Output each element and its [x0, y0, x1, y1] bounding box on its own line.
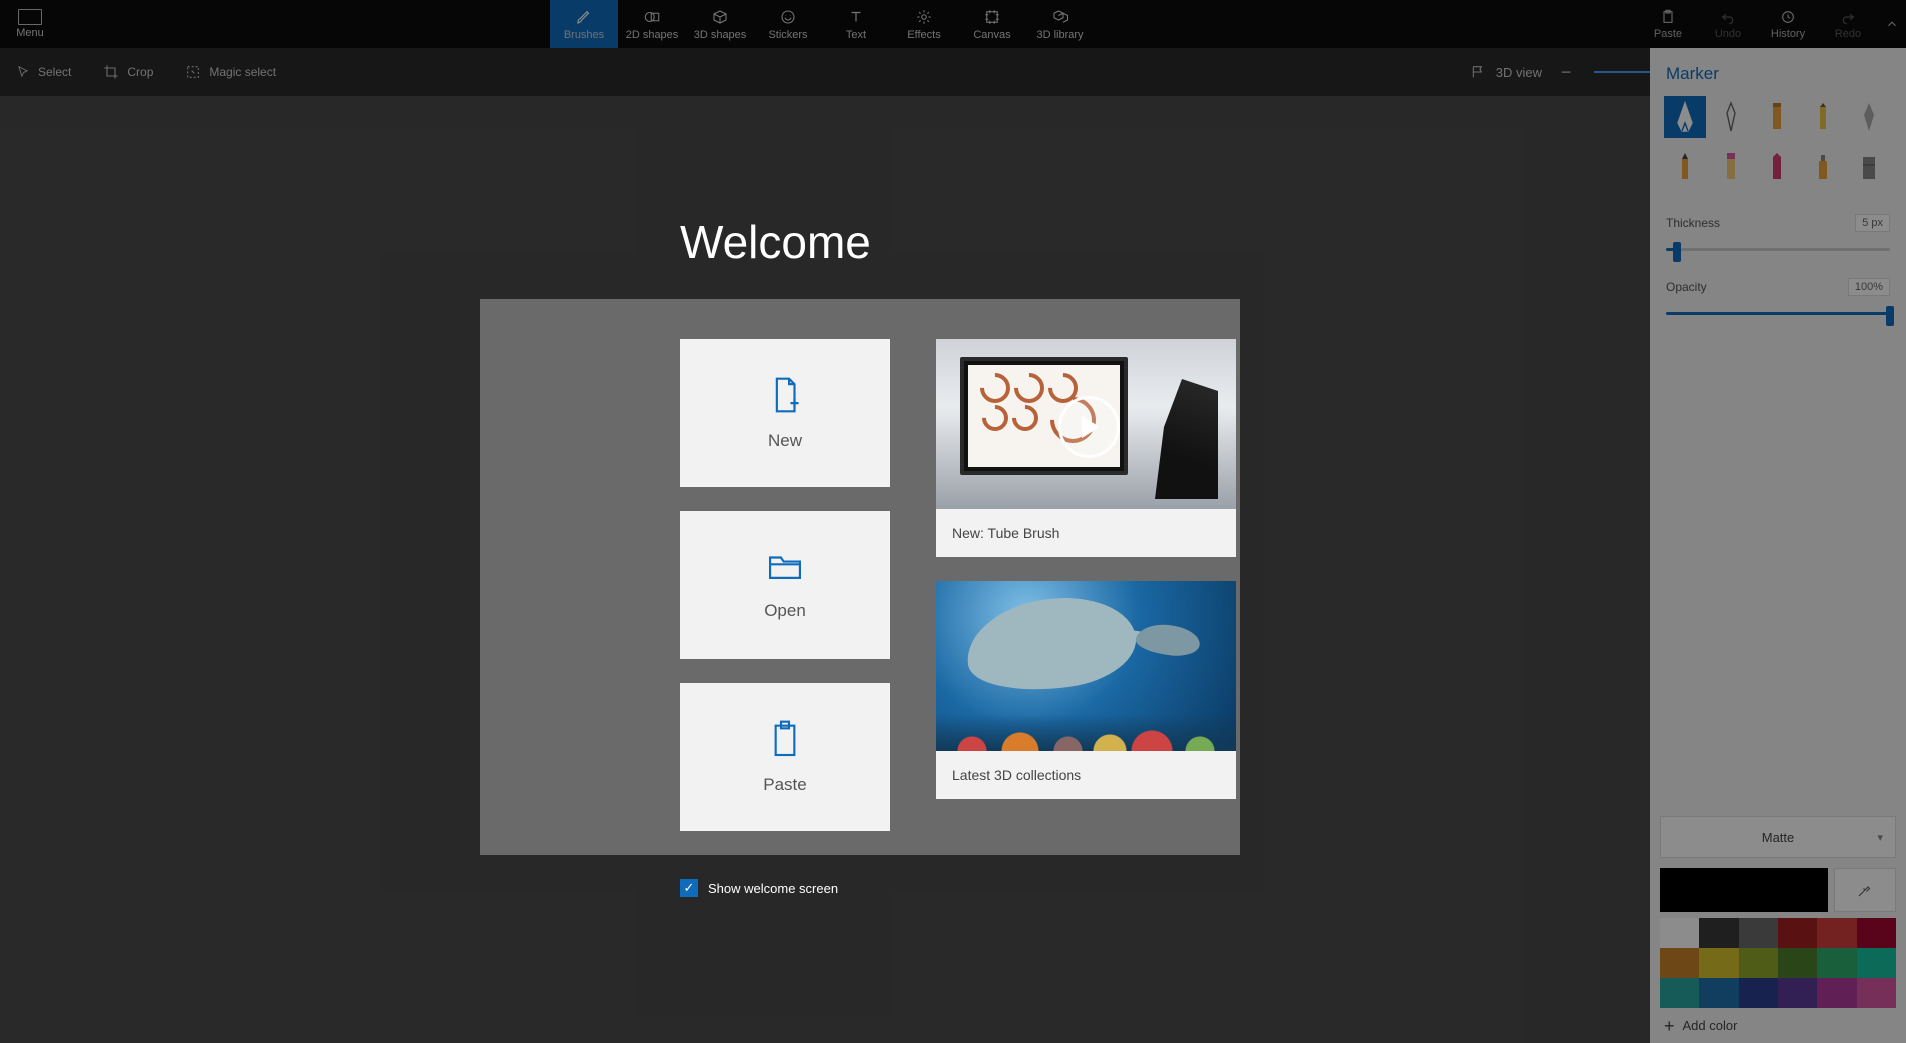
- welcome-open-tile[interactable]: Open: [680, 511, 890, 659]
- card-caption: New: Tube Brush: [936, 509, 1236, 557]
- show-welcome-checkbox-row: ✓ Show welcome screen: [680, 879, 1240, 897]
- card-image-sea: [936, 581, 1236, 751]
- welcome-card-3d-collections[interactable]: Latest 3D collections: [936, 581, 1236, 799]
- new-file-icon: [768, 376, 802, 419]
- card-caption: Latest 3D collections: [936, 751, 1236, 799]
- show-welcome-checkbox[interactable]: ✓: [680, 879, 698, 897]
- welcome-card-tube-brush[interactable]: New: Tube Brush: [936, 339, 1236, 557]
- welcome-title: Welcome: [680, 215, 1240, 269]
- play-icon: [1058, 396, 1120, 458]
- show-welcome-label: Show welcome screen: [708, 881, 838, 896]
- card-image-tube: [936, 339, 1236, 509]
- welcome-new-tile[interactable]: New: [680, 339, 890, 487]
- open-folder-icon: [766, 550, 804, 589]
- paste-clipboard-icon: [769, 720, 801, 763]
- welcome-dialog: Welcome New Open Paste: [480, 215, 1240, 897]
- welcome-paste-tile[interactable]: Paste: [680, 683, 890, 831]
